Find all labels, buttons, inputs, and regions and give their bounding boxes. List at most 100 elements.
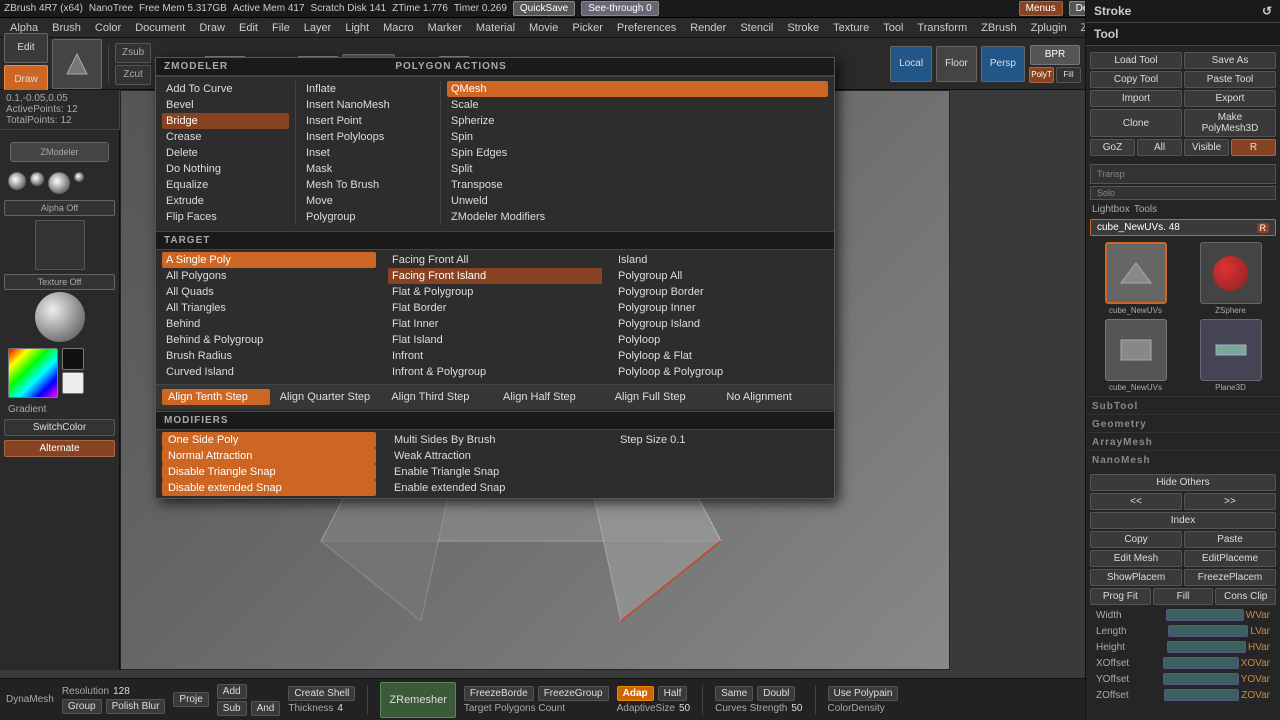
menu-picker[interactable]: Picker <box>566 20 609 36</box>
brush-dot-1[interactable] <box>8 172 26 190</box>
nm-paste[interactable]: Paste <box>1184 531 1276 548</box>
behind[interactable]: Behind <box>162 316 376 332</box>
create-shell-button[interactable]: Create Shell <box>288 686 355 701</box>
import-button[interactable]: Import <box>1090 90 1182 107</box>
r-badge-button[interactable]: R <box>1231 139 1276 156</box>
floor-button[interactable]: Floor <box>936 46 977 82</box>
all-triangles[interactable]: All Triangles <box>162 300 376 316</box>
polygroup-island[interactable]: Polygroup Island <box>614 316 828 332</box>
menu-color[interactable]: Color <box>89 20 127 36</box>
edit-button[interactable]: Edit <box>4 33 48 63</box>
polyloop-polygroup[interactable]: Polyloop & Polygroup <box>614 364 828 380</box>
polyloop[interactable]: Polyloop <box>614 332 828 348</box>
island[interactable]: Island <box>614 252 828 268</box>
align-full-step[interactable]: Align Full Step <box>609 389 717 405</box>
copy-tool-button[interactable]: Copy Tool <box>1090 71 1182 88</box>
see-through-button[interactable]: See-through 0 <box>581 1 658 16</box>
goz-button[interactable]: GoZ <box>1090 139 1135 156</box>
brush-radius[interactable]: Brush Radius <box>162 348 376 364</box>
extrude[interactable]: Extrude <box>162 193 289 209</box>
spherize[interactable]: Spherize <box>447 113 828 129</box>
insert-point[interactable]: Insert Point <box>302 113 434 129</box>
clone-button[interactable]: Clone <box>1090 109 1182 137</box>
menu-edit[interactable]: Edit <box>233 20 264 36</box>
same-button[interactable]: Same <box>715 686 753 701</box>
scale[interactable]: Scale <box>447 97 828 113</box>
brush-dot-3[interactable] <box>48 172 70 194</box>
nm-prog-fit[interactable]: Prog Fit <box>1090 588 1151 605</box>
split[interactable]: Split <box>447 161 828 177</box>
export-button[interactable]: Export <box>1184 90 1276 107</box>
zsub-button[interactable]: Zsub <box>115 43 151 63</box>
alternate-button[interactable]: Alternate <box>4 440 115 457</box>
zmodeler-tool-thumb[interactable] <box>52 39 102 89</box>
menu-macro[interactable]: Macro <box>377 20 420 36</box>
load-tool-button[interactable]: Load Tool <box>1090 52 1182 69</box>
white-swatch[interactable] <box>62 372 84 394</box>
tool-thumb-4[interactable]: Plane3D <box>1185 319 1276 392</box>
nm-index[interactable]: Index <box>1090 512 1276 529</box>
nm-show-placement[interactable]: ShowPlacem <box>1090 569 1182 586</box>
nm-hide-others[interactable]: Hide Others <box>1090 474 1276 491</box>
menu-brush[interactable]: Brush <box>46 20 87 36</box>
tools-label[interactable]: Tools <box>1134 204 1157 215</box>
inset[interactable]: Inset <box>302 145 434 161</box>
nm-zoffset-val[interactable] <box>1164 689 1240 701</box>
flat-island[interactable]: Flat Island <box>388 332 602 348</box>
arraymesh-section[interactable]: ArrayMesh <box>1086 432 1280 450</box>
save-as-button[interactable]: Save As <box>1184 52 1276 69</box>
menu-layer[interactable]: Layer <box>298 20 338 36</box>
bridge[interactable]: Bridge <box>162 113 289 129</box>
stroke-reset-icon[interactable]: ↺ <box>1262 4 1272 18</box>
infront-polygroup[interactable]: Infront & Polygroup <box>388 364 602 380</box>
facing-front-island[interactable]: Facing Front Island <box>388 268 602 284</box>
nm-xovar[interactable]: XOVar <box>1241 658 1270 669</box>
do-nothing[interactable]: Do Nothing <box>162 161 289 177</box>
solo-button[interactable]: Solo <box>1090 186 1276 200</box>
freeze-borders-button[interactable]: FreezeBorde <box>464 686 534 701</box>
sub-button[interactable]: Sub <box>217 701 247 716</box>
brush-dot-4[interactable] <box>74 172 84 182</box>
add-to-curve[interactable]: Add To Curve <box>162 81 289 97</box>
nm-edit-mesh[interactable]: Edit Mesh <box>1090 550 1182 567</box>
polygroup[interactable]: Polygroup <box>302 209 434 225</box>
menu-tool[interactable]: Tool <box>877 20 909 36</box>
qmesh[interactable]: QMesh <box>447 81 828 97</box>
alpha-off[interactable]: Alpha Off <box>4 200 115 216</box>
projection-button[interactable]: Proje <box>173 692 208 707</box>
menu-zplugin[interactable]: Zplugin <box>1025 20 1073 36</box>
inflate[interactable]: Inflate <box>302 81 434 97</box>
polyloop-flat[interactable]: Polyloop & Flat <box>614 348 828 364</box>
align-third-step[interactable]: Align Third Step <box>385 389 493 405</box>
half-button[interactable]: Half <box>658 686 688 701</box>
nm-nav-next[interactable]: >> <box>1184 493 1276 510</box>
menu-stencil[interactable]: Stencil <box>734 20 779 36</box>
nm-lvar[interactable]: LVar <box>1250 626 1270 637</box>
mesh-to-brush[interactable]: Mesh To Brush <box>302 177 434 193</box>
menu-file[interactable]: File <box>266 20 296 36</box>
polygroup-all[interactable]: Polygroup All <box>614 268 828 284</box>
tool-thumb-2[interactable]: ZSphere <box>1185 242 1276 315</box>
add-button[interactable]: Add <box>217 684 247 699</box>
visible-button[interactable]: Visible <box>1184 139 1229 156</box>
geometry-section[interactable]: Geometry <box>1086 414 1280 432</box>
subtool-section[interactable]: SubTool <box>1086 396 1280 414</box>
menu-zbrush[interactable]: ZBrush <box>975 20 1022 36</box>
quicksave-button[interactable]: QuickSave <box>513 1 575 16</box>
nm-fill[interactable]: Fill <box>1153 588 1214 605</box>
brush-dot-2[interactable] <box>30 172 44 186</box>
nm-yovar[interactable]: YOVar <box>1241 674 1270 685</box>
menus-button[interactable]: Menus <box>1019 1 1063 16</box>
nanomesh-section[interactable]: NanoMesh <box>1086 450 1280 468</box>
disable-triangle-snap[interactable]: Disable Triangle Snap <box>162 464 376 480</box>
all-polygons[interactable]: All Polygons <box>162 268 376 284</box>
fill-button[interactable]: Fill <box>1056 67 1081 83</box>
move[interactable]: Move <box>302 193 434 209</box>
polish-blur-button[interactable]: Polish Blur <box>106 699 166 714</box>
equalize[interactable]: Equalize <box>162 177 289 193</box>
normal-attraction[interactable]: Normal Attraction <box>162 448 376 464</box>
multi-sides-by-brush[interactable]: Multi Sides By Brush <box>388 432 602 448</box>
weak-attraction[interactable]: Weak Attraction <box>388 448 602 464</box>
and-button[interactable]: And <box>251 701 281 716</box>
nm-wvar[interactable]: WVar <box>1246 610 1270 621</box>
